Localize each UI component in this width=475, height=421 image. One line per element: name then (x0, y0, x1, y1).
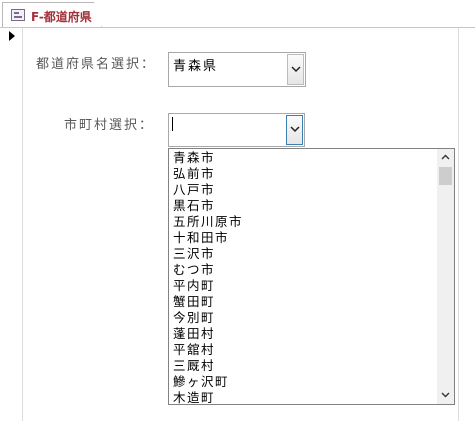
list-item[interactable]: 平舘村 (173, 342, 215, 358)
form-tab[interactable]: F-都道府県 (2, 2, 102, 28)
scroll-up-button[interactable] (437, 149, 454, 166)
list-item[interactable]: 今別町 (173, 310, 215, 326)
city-label: 市町村選択： (64, 118, 155, 133)
prefecture-dropdown-button[interactable] (287, 54, 304, 85)
document-tab-bar: F-都道府県 (0, 0, 475, 28)
chevron-up-icon (441, 154, 450, 160)
chevron-down-icon (441, 392, 450, 398)
prefecture-value: 青森県 (173, 59, 219, 74)
chevron-down-icon (290, 126, 300, 133)
city-dropdown-list[interactable]: 青森市 弘前市 八戸市 黒石市 五所川原市 十和田市 三沢市 むつ市 平内町 蟹田町 今別町 蓬田村平… (168, 148, 455, 405)
prefecture-combo[interactable]: 青森県 (168, 52, 306, 87)
scroll-thumb[interactable] (439, 167, 452, 185)
list-item[interactable]: 五所川原市 (173, 214, 243, 230)
city-dropdown-button[interactable] (286, 115, 303, 145)
list-item[interactable]: むつ市 (173, 262, 215, 278)
list-item[interactable]: 黒石市 (173, 198, 215, 214)
list-item[interactable]: 蓬田村 (173, 326, 215, 342)
form-icon (11, 9, 25, 21)
list-item[interactable]: 弘前市 (173, 166, 215, 182)
list-scrollbar[interactable] (437, 149, 454, 404)
tab-title: F-都道府県 (31, 10, 92, 24)
list-item[interactable]: 青森市 (173, 150, 215, 166)
record-selector[interactable] (0, 28, 23, 421)
prefecture-label: 都道府県名選択： (36, 57, 157, 72)
list-item[interactable]: 八戸市 (173, 182, 215, 198)
list-item[interactable]: 鰺ヶ沢町 (173, 374, 229, 390)
list-item[interactable]: 十和田市 (173, 230, 229, 246)
list-item[interactable]: 三厩村 (173, 358, 215, 374)
current-record-arrow-icon (9, 31, 15, 41)
scroll-down-button[interactable] (437, 387, 454, 404)
list-item[interactable]: 木造町 (173, 390, 215, 404)
chevron-down-icon (291, 65, 301, 72)
form-right-edge (458, 28, 459, 421)
city-combo[interactable] (168, 113, 305, 147)
list-item[interactable]: 三沢市 (173, 246, 215, 262)
list-item[interactable]: 蟹田町 (173, 294, 215, 310)
list-item[interactable]: 平内町 (173, 278, 215, 294)
text-cursor (172, 117, 173, 131)
tab-bar-divider (0, 27, 475, 28)
